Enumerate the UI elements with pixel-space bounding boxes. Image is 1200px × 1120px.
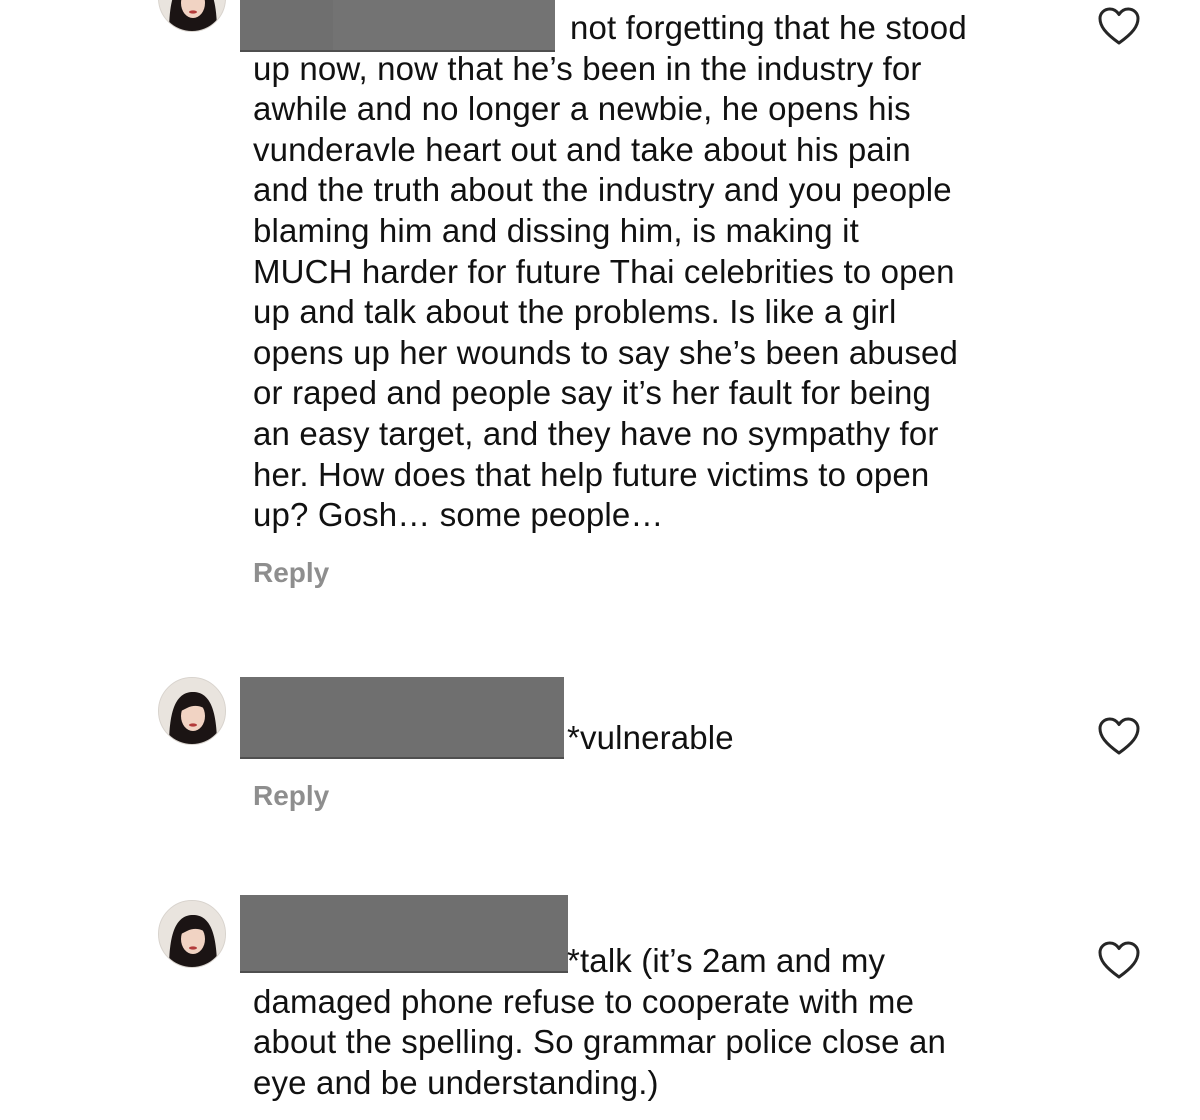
profile-photo-icon (159, 0, 225, 31)
redacted-username (240, 677, 564, 757)
avatar[interactable] (158, 900, 226, 968)
reply-button[interactable]: Reply (253, 780, 329, 812)
heart-icon[interactable] (1097, 940, 1141, 980)
avatar[interactable] (158, 0, 226, 32)
avatar[interactable] (158, 677, 226, 745)
profile-photo-icon (159, 901, 225, 967)
heart-icon[interactable] (1097, 716, 1141, 756)
comment-text: *talk (it’s 2am and my damaged phone ref… (253, 942, 946, 1101)
comment-text: not forgetting that he stood up now, now… (253, 9, 967, 534)
heart-icon[interactable] (1097, 6, 1141, 46)
comment-text: *vulnerable (567, 719, 734, 756)
profile-photo-icon (159, 678, 225, 744)
reply-button[interactable]: Reply (253, 557, 329, 589)
